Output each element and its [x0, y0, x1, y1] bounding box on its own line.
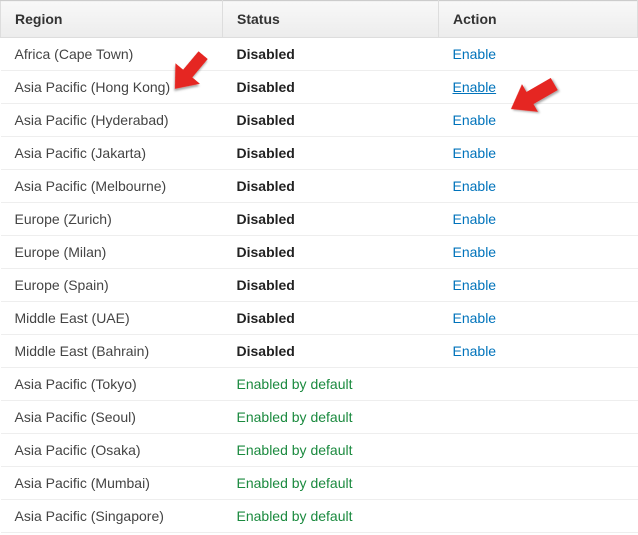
action-cell: Enable — [439, 170, 638, 203]
table-row: Asia Pacific (Hong Kong)Disabled Enable — [1, 71, 638, 104]
status-cell: Disabled — [223, 38, 439, 71]
region-cell: Asia Pacific (Jakarta) — [1, 137, 223, 170]
action-cell: Enable — [439, 203, 638, 236]
region-cell: Asia Pacific (Hong Kong) — [1, 71, 223, 104]
region-cell: Asia Pacific (Melbourne) — [1, 170, 223, 203]
table-row: Asia Pacific (Osaka)Enabled by default — [1, 434, 638, 467]
enable-link[interactable]: Enable — [453, 211, 497, 227]
col-header-region: Region — [1, 1, 223, 38]
enable-link[interactable]: Enable — [453, 145, 497, 161]
enable-link[interactable]: Enable — [453, 178, 497, 194]
table-row: Asia Pacific (Singapore)Enabled by defau… — [1, 500, 638, 533]
col-header-status: Status — [223, 1, 439, 38]
enable-link[interactable]: Enable — [453, 244, 497, 260]
table-header-row: Region Status Action — [1, 1, 638, 38]
region-cell: Asia Pacific (Hyderabad) — [1, 104, 223, 137]
table-row: Europe (Zurich)Disabled Enable — [1, 203, 638, 236]
status-cell: Disabled — [223, 104, 439, 137]
status-cell: Disabled — [223, 236, 439, 269]
region-cell: Africa (Cape Town) — [1, 38, 223, 71]
enable-link[interactable]: Enable — [453, 343, 497, 359]
table-row: Europe (Spain)Disabled Enable — [1, 269, 638, 302]
enable-link[interactable]: Enable — [453, 310, 497, 326]
action-cell: Enable — [439, 71, 638, 104]
action-cell: Enable — [439, 302, 638, 335]
action-cell — [439, 500, 638, 533]
action-cell: Enable — [439, 236, 638, 269]
regions-table: Region Status Action Africa (Cape Town)D… — [0, 0, 638, 533]
region-cell: Europe (Milan) — [1, 236, 223, 269]
region-cell: Middle East (UAE) — [1, 302, 223, 335]
table-row: Europe (Milan)Disabled Enable — [1, 236, 638, 269]
table-row: Middle East (Bahrain)Disabled Enable — [1, 335, 638, 368]
enable-link[interactable]: Enable — [453, 79, 497, 95]
status-cell: Enabled by default — [223, 500, 439, 533]
enable-link[interactable]: Enable — [453, 112, 497, 128]
region-cell: Asia Pacific (Tokyo) — [1, 368, 223, 401]
action-cell — [439, 467, 638, 500]
status-cell: Disabled — [223, 137, 439, 170]
enable-link[interactable]: Enable — [453, 46, 497, 62]
table-row: Asia Pacific (Jakarta)Disabled Enable — [1, 137, 638, 170]
status-cell: Enabled by default — [223, 434, 439, 467]
region-cell: Asia Pacific (Osaka) — [1, 434, 223, 467]
status-cell: Disabled — [223, 335, 439, 368]
region-cell: Europe (Zurich) — [1, 203, 223, 236]
action-cell: Enable — [439, 335, 638, 368]
action-cell: Enable — [439, 104, 638, 137]
status-cell: Disabled — [223, 71, 439, 104]
status-cell: Disabled — [223, 302, 439, 335]
table-row: Asia Pacific (Melbourne)Disabled Enable — [1, 170, 638, 203]
table-row: Asia Pacific (Hyderabad)Disabled Enable — [1, 104, 638, 137]
col-header-action: Action — [439, 1, 638, 38]
region-cell: Asia Pacific (Mumbai) — [1, 467, 223, 500]
status-cell: Enabled by default — [223, 401, 439, 434]
region-cell: Europe (Spain) — [1, 269, 223, 302]
table-row: Middle East (UAE)Disabled Enable — [1, 302, 638, 335]
action-cell — [439, 368, 638, 401]
status-cell: Disabled — [223, 170, 439, 203]
status-cell: Disabled — [223, 203, 439, 236]
region-cell: Asia Pacific (Singapore) — [1, 500, 223, 533]
action-cell — [439, 401, 638, 434]
table-row: Africa (Cape Town)Disabled Enable — [1, 38, 638, 71]
table-row: Asia Pacific (Tokyo)Enabled by default — [1, 368, 638, 401]
table-row: Asia Pacific (Mumbai)Enabled by default — [1, 467, 638, 500]
status-cell: Disabled — [223, 269, 439, 302]
table-row: Asia Pacific (Seoul)Enabled by default — [1, 401, 638, 434]
status-cell: Enabled by default — [223, 467, 439, 500]
action-cell — [439, 434, 638, 467]
action-cell: Enable — [439, 38, 638, 71]
region-cell: Middle East (Bahrain) — [1, 335, 223, 368]
status-cell: Enabled by default — [223, 368, 439, 401]
region-cell: Asia Pacific (Seoul) — [1, 401, 223, 434]
action-cell: Enable — [439, 137, 638, 170]
enable-link[interactable]: Enable — [453, 277, 497, 293]
action-cell: Enable — [439, 269, 638, 302]
